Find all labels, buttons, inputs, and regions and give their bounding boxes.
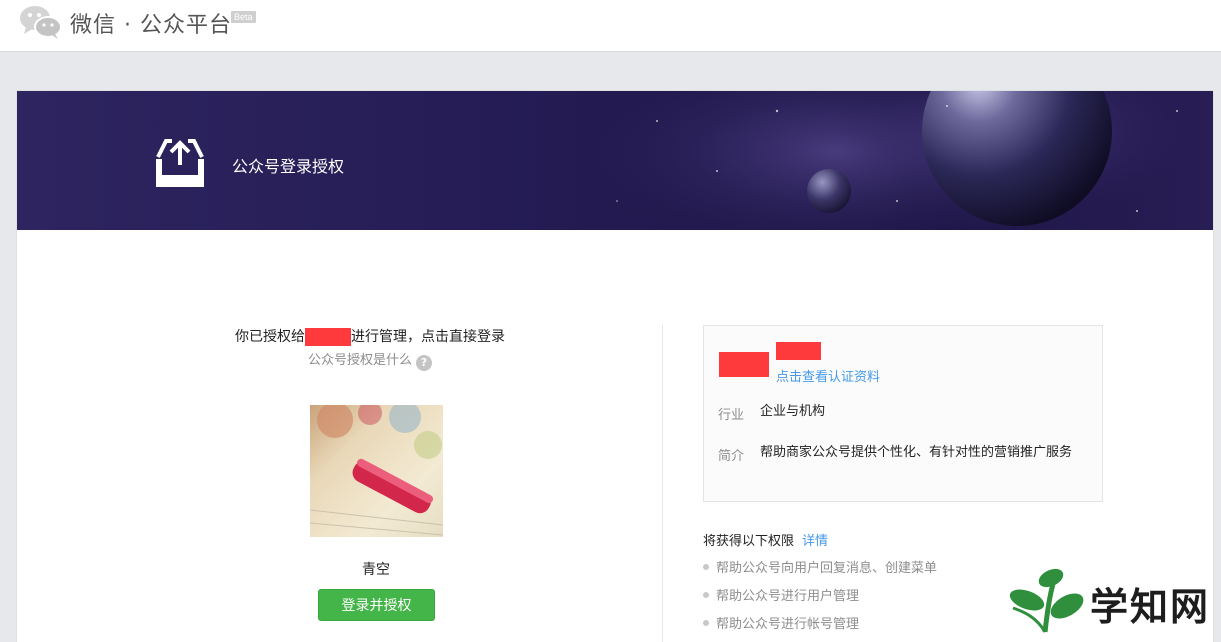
column-divider	[662, 325, 663, 642]
wechat-logo-icon[interactable]	[18, 3, 64, 41]
bullet-icon	[703, 620, 709, 626]
bullet-icon	[703, 564, 709, 570]
industry-label: 行业	[718, 408, 745, 423]
login-authorize-button[interactable]: 登录并授权	[318, 589, 435, 621]
permission-item-text: 帮助公众号向用户回复消息、创建菜单	[716, 561, 938, 576]
permission-item: 帮助公众号进行帐号管理	[703, 613, 859, 632]
redacted-name	[305, 328, 351, 346]
upload-tray-icon	[156, 139, 204, 187]
redacted-logo	[719, 352, 769, 377]
authorized-notice-prefix: 你已授权给	[235, 329, 305, 345]
watermark-text: 学知网	[1090, 584, 1211, 629]
permissions-title: 将获得以下权限 详情	[703, 530, 828, 549]
redacted-title	[776, 342, 821, 360]
bullet-icon	[703, 592, 709, 598]
authorized-notice: 你已授权给 进行管理，点击直接登录	[17, 326, 723, 346]
intro-label: 简介	[718, 449, 745, 464]
avatar	[310, 405, 443, 537]
beta-badge: Beta	[231, 11, 256, 23]
top-bar: 微信 · 公众平台 Beta	[0, 0, 1221, 52]
permission-item-text: 帮助公众号进行帐号管理	[716, 617, 860, 632]
what-is-authorization[interactable]: 公众号授权是什么?	[17, 349, 723, 371]
account-name: 青空	[362, 562, 390, 578]
main-panel: 公众号登录授权 你已授权给 进行管理，点击直接登录 公众号授权是什么? 青空 登…	[16, 90, 1214, 642]
help-icon[interactable]: ?	[416, 355, 432, 371]
authorized-notice-suffix: 进行管理，点击直接登录	[351, 329, 505, 345]
permission-item: 帮助公众号进行用户管理	[703, 585, 859, 604]
industry-value: 企业与机构	[760, 404, 826, 419]
permissions-title-text: 将获得以下权限	[703, 534, 795, 549]
permissions-detail-link[interactable]: 详情	[802, 534, 828, 549]
authorize-column: 你已授权给 进行管理，点击直接登录 公众号授权是什么? 青空 登录并授权	[17, 230, 662, 642]
third-party-info-card: 点击查看认证资料 行业 企业与机构 简介 帮助商家公众号提供个性化、有针对性的营…	[703, 325, 1103, 502]
brand-title[interactable]: 微信 · 公众平台	[70, 7, 232, 39]
permission-item-text: 帮助公众号进行用户管理	[716, 589, 860, 604]
what-is-authorization-link[interactable]: 公众号授权是什么	[308, 353, 412, 368]
permission-item: 帮助公众号向用户回复消息、创建菜单	[703, 557, 937, 576]
banner: 公众号登录授权	[17, 91, 1213, 230]
view-certification-link[interactable]: 点击查看认证资料	[776, 366, 880, 385]
banner-title: 公众号登录授权	[232, 157, 345, 176]
intro-value: 帮助商家公众号提供个性化、有针对性的营销推广服务	[760, 445, 1073, 460]
